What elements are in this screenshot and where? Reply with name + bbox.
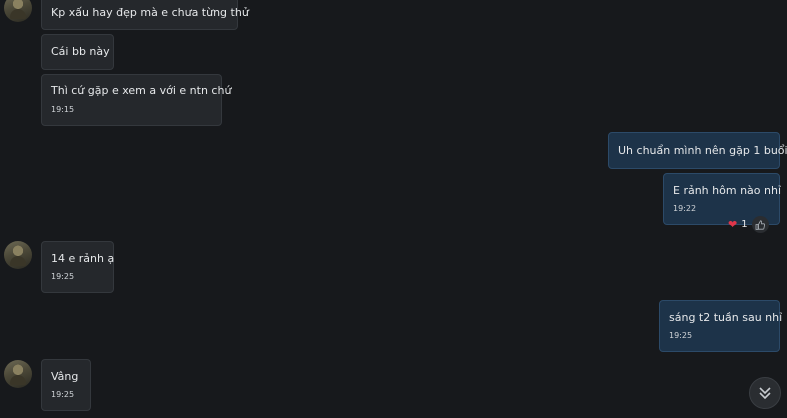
message-bubble-incoming[interactable]: Cái bb này: [41, 34, 114, 70]
message-timestamp: 19:15: [51, 105, 75, 114]
message-timestamp: 19:22: [673, 204, 697, 213]
contact-avatar[interactable]: [4, 0, 32, 22]
contact-avatar[interactable]: [4, 241, 32, 269]
message-bubble-incoming[interactable]: Vâng 19:25: [41, 359, 91, 411]
message-text: Uh chuẩn mình nên gặp 1 buổi: [618, 144, 787, 157]
like-button[interactable]: [751, 216, 769, 233]
reaction-count: 1: [741, 219, 748, 230]
message-bubble-incoming[interactable]: Kp xấu hay đẹp mà e chưa từng thử: [41, 0, 249, 30]
message-bubble-outgoing[interactable]: sáng t2 tuần sau nhỉ 19:25: [659, 300, 783, 352]
message-bubble-incoming[interactable]: 14 e rảnh ạ 19:25: [41, 241, 114, 293]
contact-avatar[interactable]: [4, 360, 32, 388]
message-timestamp: 19:25: [51, 272, 75, 281]
message-bubble-outgoing[interactable]: Uh chuẩn mình nên gặp 1 buổi: [608, 132, 787, 169]
message-text: Vâng: [51, 370, 79, 383]
message-text: E rảnh hôm nào nhỉ: [673, 184, 782, 197]
message-text: Kp xấu hay đẹp mà e chưa từng thử: [51, 6, 249, 19]
message-bubble-incoming[interactable]: Thì cứ gặp e xem a với e ntn chứ 19:15: [41, 74, 231, 126]
scroll-to-bottom-button[interactable]: [749, 377, 781, 409]
thumbs-up-icon: [755, 219, 766, 230]
heart-icon: ❤: [728, 217, 738, 231]
message-text: Cái bb này: [51, 45, 110, 58]
message-text: Thì cứ gặp e xem a với e ntn chứ: [51, 84, 232, 97]
message-timestamp: 19:25: [51, 390, 75, 399]
message-text: sáng t2 tuần sau nhỉ: [669, 311, 783, 324]
message-timestamp: 19:25: [669, 331, 693, 340]
double-chevron-down-icon: [759, 387, 771, 400]
message-reactions[interactable]: ❤ 1: [728, 216, 769, 233]
message-text: 14 e rảnh ạ: [51, 252, 115, 265]
